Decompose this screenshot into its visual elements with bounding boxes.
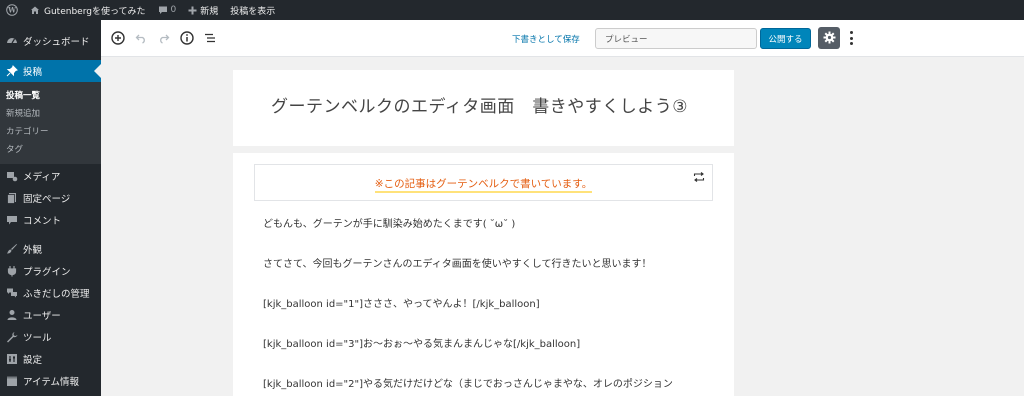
sidebar-item-label: 外観 — [23, 245, 43, 256]
sidebar-item-label: ふきだしの管理 — [23, 289, 90, 300]
plus-icon — [188, 6, 197, 15]
sidebar-item-balloons[interactable]: ふきだしの管理 — [0, 282, 101, 304]
info-icon[interactable] — [180, 31, 194, 45]
sidebar-item-label: プラグイン — [23, 267, 71, 278]
sidebar-item-plugins[interactable]: プラグイン — [0, 260, 101, 282]
gear-icon — [823, 29, 836, 48]
site-name-link[interactable]: Gutenbergを使ってみた — [24, 0, 152, 20]
sidebar-item-label: 投稿 — [23, 67, 43, 78]
media-icon — [6, 170, 18, 182]
notice-block[interactable]: ※この記事はグーテンベルクで書いています。 — [254, 164, 713, 201]
post-content-area: ※この記事はグーテンベルクで書いています。 どもんも、グーテンが手に馴染み始めた… — [233, 153, 734, 396]
sidebar-item-pages[interactable]: 固定ページ — [0, 187, 101, 209]
svg-text:W: W — [7, 6, 16, 15]
comments-count: 0 — [170, 5, 177, 15]
appearance-icon — [6, 243, 18, 255]
view-post-label: 投稿を表示 — [230, 6, 276, 17]
sidebar-item-item-info[interactable]: アイテム情報 — [0, 370, 101, 392]
pin-icon — [6, 65, 18, 77]
sidebar-item-label: 固定ページ — [23, 194, 71, 205]
publish-button[interactable]: 公開する — [760, 28, 811, 49]
posts-submenu: 投稿一覧 新規追加 カテゴリー タグ — [0, 82, 101, 164]
submenu-item-categories[interactable]: カテゴリー — [0, 122, 101, 140]
editor-header-toolbar: 下書きとして保存 プレビュー 公開する — [101, 20, 1024, 57]
paragraph-block[interactable]: [kjk_balloon id="2"]やる気だけだけどな（まじでおっさんじゃま… — [263, 375, 673, 390]
new-content-link[interactable]: 新規 — [182, 0, 224, 20]
item-icon — [6, 375, 18, 387]
page-icon — [6, 192, 18, 204]
sidebar-item-appearance[interactable]: 外観 — [0, 238, 101, 260]
notice-text: ※この記事はグーテンベルクで書いています。 — [374, 178, 593, 193]
sidebar-item-posts[interactable]: 投稿 — [0, 60, 101, 82]
sidebar-item-label: コメント — [23, 216, 62, 227]
sidebar-item-label: メディア — [23, 172, 61, 183]
sidebar-item-settings[interactable]: 設定 — [0, 348, 101, 370]
submenu-item-add-new[interactable]: 新規追加 — [0, 104, 101, 122]
sidebar-item-comments[interactable]: コメント — [0, 209, 101, 231]
block-switcher-icon[interactable] — [692, 171, 706, 183]
post-title[interactable]: グーテンベルクのエディタ画面 書きやすくしよう③ — [271, 92, 688, 117]
submenu-item-all-posts[interactable]: 投稿一覧 — [0, 86, 101, 104]
paragraph-block[interactable]: [kjk_balloon id="1"]さささ、やってやんよ！[/kjk_bal… — [263, 295, 540, 310]
paragraph-block[interactable]: どもんも、グーテンが手に馴染み始めたくまです( ˘ω˘ ) — [263, 215, 515, 230]
sidebar-item-users[interactable]: ユーザー — [0, 304, 101, 326]
save-draft-link[interactable]: 下書きとして保存 — [512, 33, 580, 45]
more-options-icon[interactable] — [847, 30, 855, 46]
dashboard-icon — [6, 35, 18, 47]
new-label: 新規 — [200, 6, 219, 17]
sidebar-item-tools[interactable]: ツール — [0, 326, 101, 348]
submenu-item-tags[interactable]: タグ — [0, 140, 101, 158]
wordpress-logo-icon[interactable]: W — [0, 0, 24, 20]
tool-icon — [6, 331, 18, 343]
settings-gear-button[interactable] — [818, 27, 840, 49]
post-title-block: グーテンベルクのエディタ画面 書きやすくしよう③ — [233, 70, 734, 146]
plugin-icon — [6, 265, 18, 277]
sidebar-item-dashboard[interactable]: ダッシュボード — [0, 28, 101, 54]
sidebar-item-label: ツール — [23, 333, 52, 344]
paragraph-block[interactable]: さてさて、今回もグーテンさんのエディタ画面を使いやすくして行きたいと思います！ — [263, 255, 652, 270]
home-icon — [30, 5, 40, 15]
preview-button[interactable]: プレビュー — [595, 28, 757, 49]
admin-bar: W Gutenbergを使ってみた 0 新規 投稿を表示 — [0, 0, 1024, 20]
settings-icon — [6, 353, 18, 365]
sidebar-item-label: 設定 — [23, 355, 43, 366]
block-navigation-icon[interactable] — [203, 31, 217, 45]
balloon-icon — [6, 287, 18, 299]
paragraph-block[interactable]: [kjk_balloon id="3"]お～おぉ～やる気まんまんじゃな[/kjk… — [263, 335, 580, 350]
redo-icon[interactable] — [157, 31, 171, 45]
add-block-icon[interactable] — [111, 31, 125, 45]
sidebar-item-label: ダッシュボード — [23, 37, 90, 48]
comment-icon — [6, 214, 18, 226]
comments-link[interactable]: 0 — [152, 0, 183, 20]
user-icon — [6, 309, 18, 321]
site-name: Gutenbergを使ってみた — [44, 6, 146, 17]
editor-canvas: グーテンベルクのエディタ画面 書きやすくしよう③ ※この記事はグーテンベルクで書… — [101, 57, 1024, 396]
sidebar-item-media[interactable]: メディア — [0, 165, 101, 187]
view-post-link[interactable]: 投稿を表示 — [224, 0, 281, 20]
sidebar-item-label: アイテム情報 — [23, 377, 80, 388]
admin-sidebar: ダッシュボード 投稿 投稿一覧 新規追加 カテゴリー タグ メディア 固定ページ… — [0, 20, 101, 396]
sidebar-item-label: ユーザー — [23, 311, 61, 322]
undo-icon[interactable] — [134, 31, 148, 45]
comment-bubble-icon — [158, 5, 168, 15]
